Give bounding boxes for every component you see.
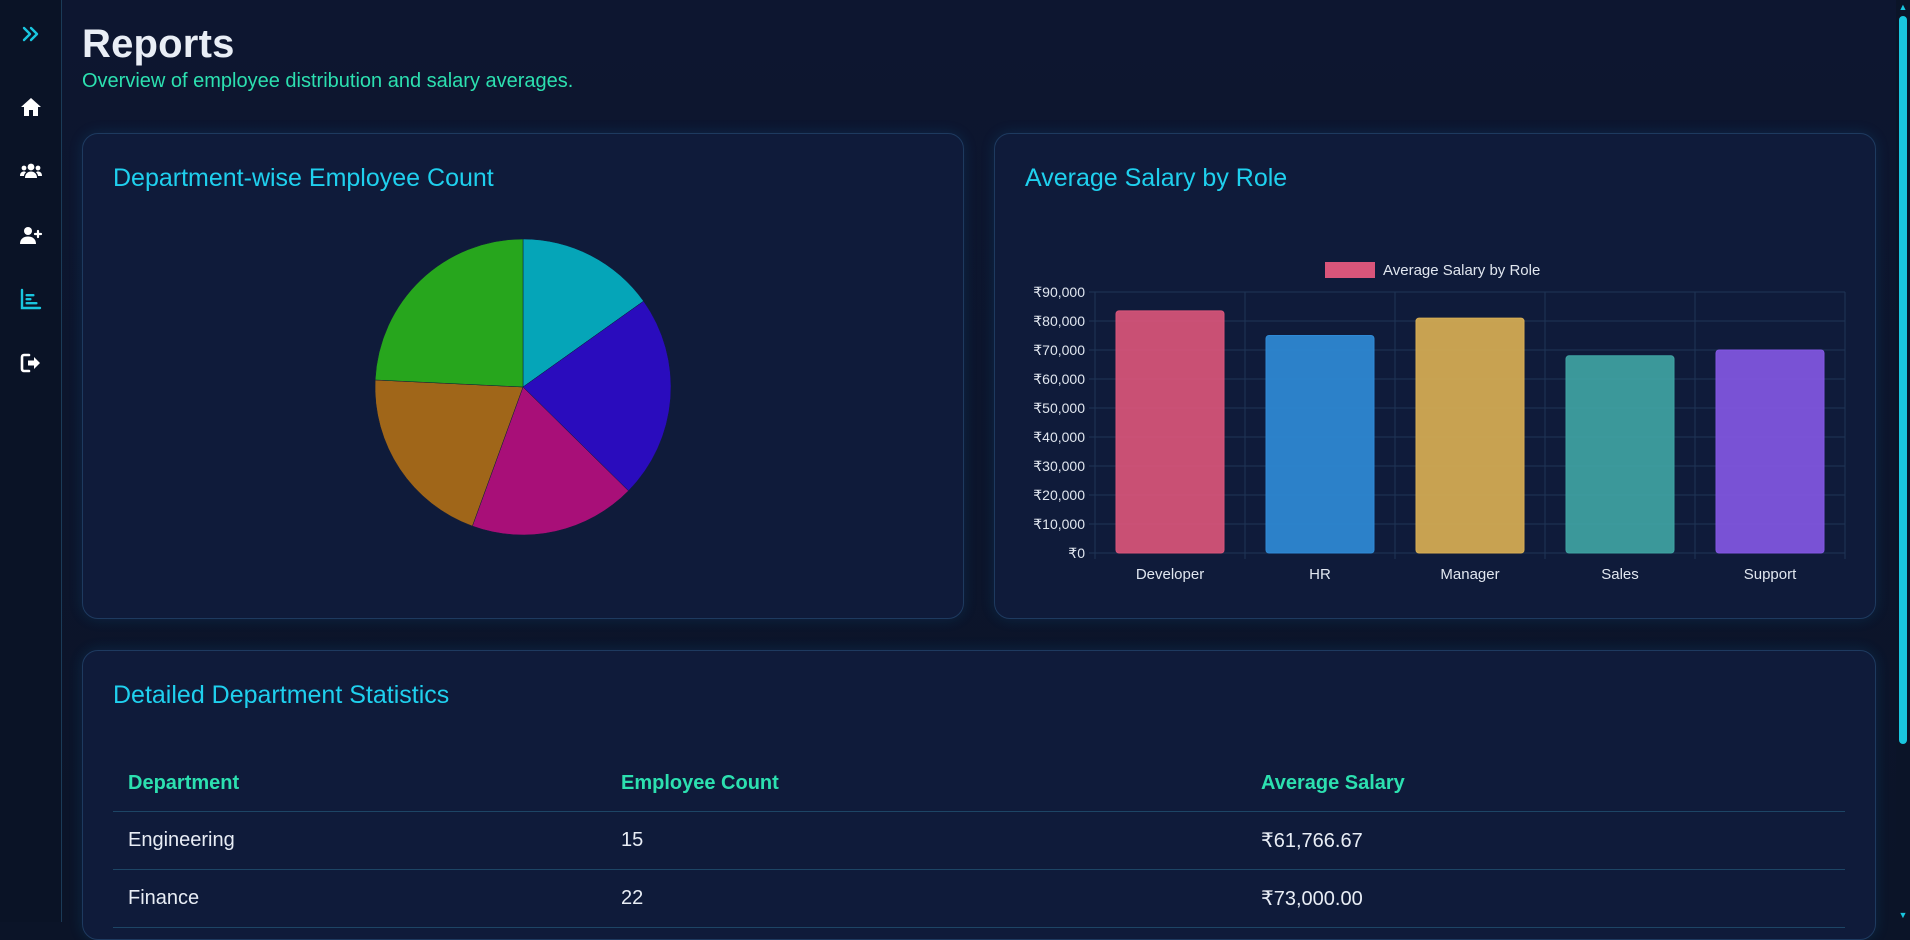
bar-sales[interactable]: [1565, 355, 1675, 554]
scroll-up-arrow-icon[interactable]: ▲: [1898, 2, 1908, 12]
sidebar-item-logout[interactable]: [0, 343, 62, 383]
expand-sidebar-button[interactable]: [0, 14, 62, 54]
expand-icon: [22, 26, 39, 42]
bar-support[interactable]: [1715, 349, 1825, 554]
home-icon: [21, 98, 41, 116]
bar-legend-label[interactable]: Average Salary by Role: [1383, 262, 1540, 279]
cell-department: Finance: [113, 869, 606, 928]
users-icon: [20, 163, 42, 178]
department-stats-table: Department Employee Count Average Salary…: [113, 756, 1845, 928]
x-tick-label: Developer: [1136, 566, 1204, 583]
bar-legend-swatch[interactable]: [1325, 262, 1375, 278]
y-tick-label: ₹70,000: [1033, 342, 1085, 358]
table-row: Engineering 15 ₹61,766.67: [113, 811, 1845, 870]
y-tick-label: ₹10,000: [1033, 516, 1085, 532]
y-tick-label: ₹80,000: [1033, 313, 1085, 329]
table-header-row: Department Employee Count Average Salary: [113, 756, 1845, 812]
bar-developer[interactable]: [1115, 310, 1225, 554]
cell-employee-count: 15: [606, 811, 1246, 870]
y-tick-label: ₹30,000: [1033, 458, 1085, 474]
x-tick-label: Manager: [1440, 566, 1499, 583]
logout-icon: [20, 353, 40, 373]
table-card-title: Detailed Department Statistics: [113, 681, 450, 709]
scroll-down-arrow-icon[interactable]: ▼: [1898, 910, 1908, 920]
sidebar-item-employees[interactable]: [0, 151, 62, 191]
sidebar-item-home[interactable]: [0, 87, 62, 127]
table-row: Finance 22 ₹73,000.00: [113, 869, 1845, 928]
page-title: Reports: [82, 22, 235, 66]
sidebar: [0, 0, 62, 922]
bar-hr[interactable]: [1265, 335, 1375, 554]
cell-average-salary: ₹61,766.67: [1246, 811, 1845, 870]
y-tick-label: ₹20,000: [1033, 487, 1085, 503]
main-content: Reports Overview of employee distributio…: [62, 0, 1896, 940]
cell-employee-count: 22: [606, 869, 1246, 928]
pie-slice-sales[interactable]: [374, 238, 524, 388]
sidebar-item-reports[interactable]: [0, 279, 62, 319]
column-header-employee-count: Employee Count: [606, 756, 1246, 812]
y-tick-label: ₹0: [1068, 545, 1085, 561]
cell-department: Engineering: [113, 811, 606, 870]
salary-bar-card: Average Salary by Role Average Salary by…: [994, 133, 1876, 619]
y-tick-label: ₹40,000: [1033, 429, 1085, 445]
y-tick-label: ₹50,000: [1033, 400, 1085, 416]
reports-icon: [20, 288, 42, 310]
x-tick-label: Sales: [1601, 566, 1639, 583]
y-tick-label: ₹60,000: [1033, 371, 1085, 387]
salary-bar-chart: Average Salary by Role ₹0 ₹10,000 ₹20,000 ₹3…: [1033, 262, 1846, 583]
sidebar-item-add-employee[interactable]: [0, 215, 62, 255]
scrollbar-thumb[interactable]: [1899, 16, 1907, 744]
x-tick-label: HR: [1309, 566, 1331, 583]
page-subtitle: Overview of employee distribution and sa…: [82, 70, 574, 92]
department-pie-chart: [374, 238, 672, 536]
cell-average-salary: ₹73,000.00: [1246, 869, 1845, 928]
department-stats-card: Detailed Department Statistics Departmen…: [82, 650, 1876, 940]
department-pie-card: Department-wise Employee Count Engineeri…: [82, 133, 964, 709]
page-scrollbar[interactable]: ▲ ▼: [1896, 0, 1910, 922]
column-header-department: Department: [113, 756, 606, 812]
column-header-average-salary: Average Salary: [1246, 756, 1845, 812]
x-tick-label: Support: [1744, 566, 1797, 583]
y-tick-label: ₹90,000: [1033, 284, 1085, 300]
add-user-icon: [20, 227, 43, 244]
bar-manager[interactable]: [1415, 317, 1525, 554]
